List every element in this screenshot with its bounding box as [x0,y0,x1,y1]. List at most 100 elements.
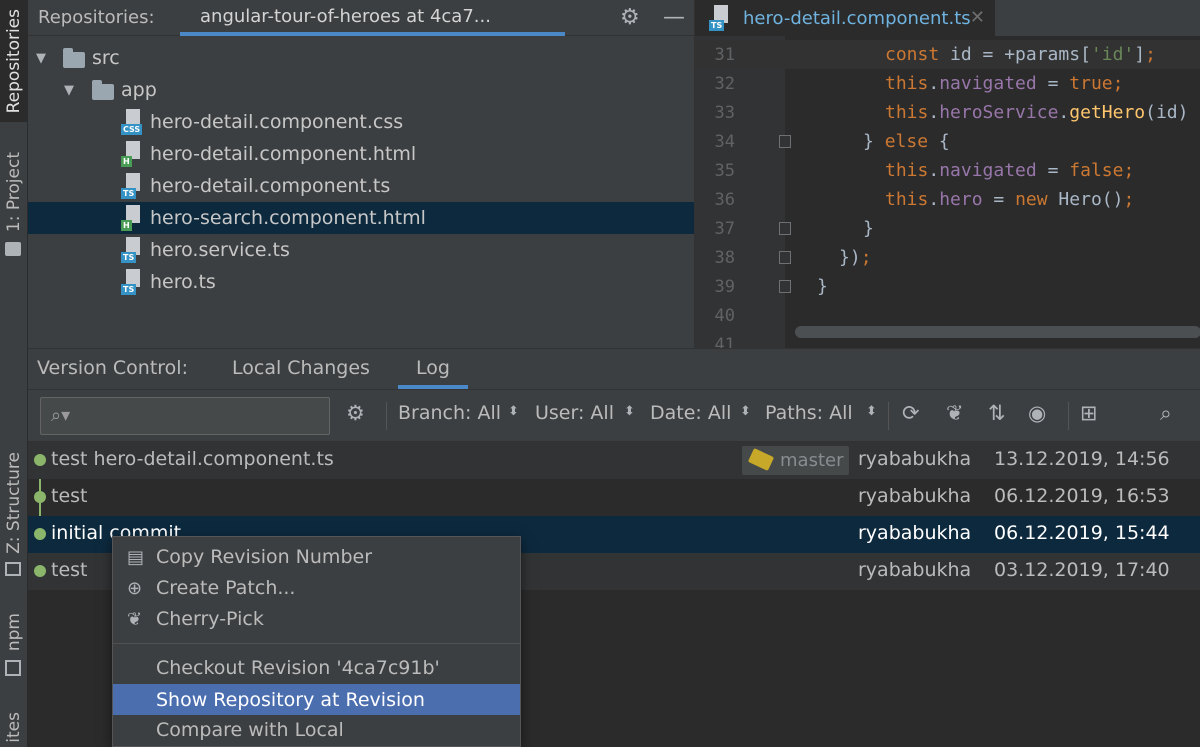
tree-item-label: app [121,79,157,101]
commit-message: test [51,485,88,507]
tool-tab-repositories[interactable]: Repositories [0,0,28,122]
paths-filter[interactable]: Paths: All [765,402,853,424]
menu-item-cherry-pick[interactable]: ❦ Cherry-Pick [113,603,520,634]
tree-item-file[interactable]: TS hero.ts [28,266,694,298]
html-file-icon: H [121,141,143,167]
tree-item-file[interactable]: H hero-detail.component.html [28,138,694,170]
tree-item-label: hero-detail.component.css [150,111,404,133]
commit-author: ryababukha [858,559,972,581]
left-tool-stripe: Repositories 1: Project Z: Structure npm… [0,0,28,747]
html-file-icon: H [121,205,143,231]
tab-log[interactable]: Log [398,357,468,389]
folder-icon [92,80,114,100]
tool-tab-npm[interactable]: npm [0,608,28,656]
commit-date: 06.12.2019, 15:44 [994,522,1170,544]
commit-date: 03.12.2019, 17:40 [994,559,1170,581]
tool-tab-label: ites [4,712,24,743]
expand-arrow-icon[interactable]: ▼ [64,83,74,98]
menu-item-label: Show Repository at Revision [156,688,425,711]
toolbar-separator [1068,402,1069,430]
commit-row[interactable]: test ryababukha 06.12.2019, 16:53 [28,479,1200,516]
toolbar-separator [888,402,889,430]
code-line: 36 this.hero = new Hero(); [695,185,1200,214]
fold-marker-icon[interactable] [779,251,791,264]
line-number: 31 [714,44,735,65]
line-number: 37 [714,218,735,239]
close-icon[interactable]: ✕ [970,7,985,28]
sort-order-icon[interactable]: ⇅ [988,401,1006,425]
npm-icon [5,660,21,676]
menu-item-create-patch[interactable]: ⊕ Create Patch... [113,572,520,603]
eye-icon[interactable]: ◉ [1028,401,1046,425]
editor-tab[interactable]: TS hero-detail.component.ts ✕ [695,0,995,36]
cherry-pick-icon[interactable]: ❦ [946,401,964,425]
tab-local-changes[interactable]: Local Changes [232,357,370,379]
tool-tab-label: npm [4,612,24,652]
date-filter[interactable]: Date: All [650,402,731,424]
version-control-tab-bar: Version Control: Local Changes Log [28,348,1200,390]
tree-item-file-selected[interactable]: H hero-search.component.html [28,202,694,234]
editor-tab-bar: TS hero-detail.component.ts ✕ [695,0,1200,36]
repositories-panel: Repositories: angular-tour-of-heroes at … [28,0,694,348]
tool-tab-favorites[interactable]: ites [0,708,28,747]
line-number: 39 [714,276,735,297]
menu-item-checkout-revision[interactable]: Checkout Revision '4ca7c91b' [113,652,520,683]
add-column-icon[interactable]: ⊞ [1080,401,1098,425]
cherry-pick-icon: ❦ [127,609,143,630]
line-number: 41 [714,334,735,349]
commit-author: ryababukha [858,448,972,470]
commit-node-icon [34,454,46,466]
commit-node-icon [34,565,46,577]
expand-arrow-icon[interactable]: ▼ [36,51,46,66]
repositories-label: Repositories: [38,7,155,28]
code-line: 31 const id = +params['id']; [695,40,1200,69]
tree-item-file[interactable]: TS hero-detail.component.ts [28,170,694,202]
css-file-icon: CSS [121,109,143,135]
refresh-icon[interactable]: ⟳ [902,401,920,425]
tree-item-app[interactable]: ▼ app [28,74,694,106]
gear-icon[interactable]: ⚙ [620,5,640,30]
toolbar-separator [386,402,387,430]
gear-icon[interactable]: ⚙ [346,401,365,425]
menu-item-show-repository-at-revision[interactable]: Show Repository at Revision [113,684,520,715]
branch-filter[interactable]: Branch: All [398,402,501,424]
ts-file-icon: TS [121,173,143,199]
version-control-label: Version Control: [37,357,188,379]
fold-marker-icon[interactable] [779,222,791,235]
commit-node-icon [34,491,46,503]
tool-tab-label: 1: Project [4,151,24,233]
commit-row[interactable]: test hero-detail.component.ts master rya… [28,442,1200,479]
code-line: 39 } [695,272,1200,301]
menu-item-label: Checkout Revision '4ca7c91b' [156,656,440,679]
tool-tab-label: Z: Structure [4,452,24,554]
code-editor[interactable]: TS hero-detail.component.ts ✕ 31 const i… [694,0,1200,348]
horizontal-scrollbar[interactable] [795,326,1200,338]
ts-file-icon: TS [121,269,143,295]
minimize-icon[interactable]: — [663,5,685,30]
line-number: 36 [714,189,735,210]
repository-tab[interactable]: angular-tour-of-heroes at 4ca7... [180,0,565,36]
search-icon[interactable]: ⌕ [1160,401,1172,426]
menu-item-copy-revision-number[interactable]: ▤ Copy Revision Number [113,541,520,572]
tree-item-label: hero.service.ts [150,239,290,261]
code-line: 33 this.heroService.getHero(id) [695,98,1200,127]
commit-message: test [51,559,88,581]
fold-marker-icon[interactable] [779,280,791,293]
user-filter[interactable]: User: All [535,402,614,424]
code-line: 32 this.navigated = true; [695,69,1200,98]
line-number: 32 [714,73,735,94]
menu-item-compare-with-local[interactable]: Compare with Local [113,714,520,745]
sort-arrows-icon: ⬍ [740,404,751,419]
tree-item-src[interactable]: ▼ src [28,42,694,74]
tree-item-label: hero-detail.component.html [150,143,417,165]
tool-tab-structure[interactable]: Z: Structure [0,448,28,558]
fold-marker-icon[interactable] [779,135,791,148]
search-input[interactable]: ⌕▾ [40,397,330,435]
tree-item-file[interactable]: CSS hero-detail.component.css [28,106,694,138]
structure-icon [5,562,21,576]
tree-item-file[interactable]: TS hero.service.ts [28,234,694,266]
branch-tag: master [742,446,850,475]
tree-item-label: hero-search.component.html [150,207,426,229]
repository-tab-label: angular-tour-of-heroes at 4ca7... [200,5,491,27]
tool-tab-project[interactable]: 1: Project [0,146,28,238]
